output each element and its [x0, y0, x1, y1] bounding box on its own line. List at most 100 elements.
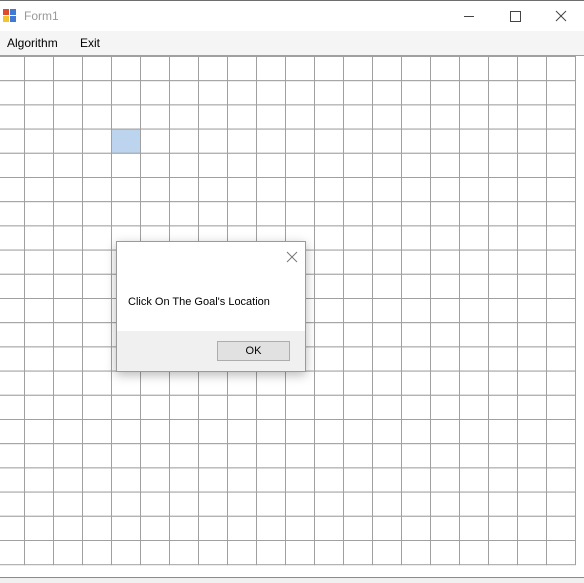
grid-cell[interactable]: [227, 104, 257, 130]
grid-cell[interactable]: [343, 515, 373, 541]
grid-cell[interactable]: [140, 128, 170, 154]
grid-cell[interactable]: [401, 443, 431, 469]
grid-cell[interactable]: [546, 177, 576, 203]
grid-cell[interactable]: [53, 104, 83, 130]
grid-cell[interactable]: [488, 322, 518, 348]
grid-cell[interactable]: [546, 491, 576, 517]
grid-cell[interactable]: [111, 80, 141, 106]
grid-cell[interactable]: [459, 80, 489, 106]
grid-cell[interactable]: [372, 128, 402, 154]
grid-cell[interactable]: [372, 370, 402, 396]
grid-cell[interactable]: [53, 515, 83, 541]
grid-cell[interactable]: [53, 394, 83, 420]
grid-cell[interactable]: [169, 104, 199, 130]
grid-cell[interactable]: [517, 467, 547, 493]
grid-cell[interactable]: [140, 419, 170, 445]
grid-cell[interactable]: [0, 80, 25, 106]
grid-cell[interactable]: [53, 443, 83, 469]
grid-cell[interactable]: [401, 322, 431, 348]
grid-cell[interactable]: [285, 177, 315, 203]
grid-cell[interactable]: [169, 56, 199, 82]
grid-cell[interactable]: [256, 177, 286, 203]
grid-cell[interactable]: [459, 56, 489, 82]
grid-cell[interactable]: [285, 128, 315, 154]
grid-cell[interactable]: [82, 225, 112, 251]
grid-cell[interactable]: [227, 467, 257, 493]
grid-cell[interactable]: [546, 298, 576, 324]
grid-cell[interactable]: [488, 201, 518, 227]
grid-cell[interactable]: [82, 298, 112, 324]
grid-cell[interactable]: [517, 80, 547, 106]
grid-cell[interactable]: [111, 370, 141, 396]
grid-cell[interactable]: [24, 80, 54, 106]
grid-cell[interactable]: [488, 515, 518, 541]
grid-cell[interactable]: [285, 80, 315, 106]
grid-cell[interactable]: [343, 394, 373, 420]
grid-cell[interactable]: [343, 249, 373, 275]
grid-cell[interactable]: [53, 370, 83, 396]
grid-cell[interactable]: [24, 249, 54, 275]
grid-cell[interactable]: [0, 346, 25, 372]
grid-cell[interactable]: [169, 443, 199, 469]
grid-cell[interactable]: [546, 201, 576, 227]
grid-cell[interactable]: [53, 177, 83, 203]
grid-cell[interactable]: [111, 443, 141, 469]
grid-cell[interactable]: [430, 322, 460, 348]
grid-cell[interactable]: [430, 515, 460, 541]
grid-cell[interactable]: [140, 152, 170, 179]
grid-cell[interactable]: [227, 56, 257, 82]
grid-cell[interactable]: [256, 56, 286, 82]
grid-cell[interactable]: [546, 443, 576, 469]
grid-cell[interactable]: [546, 394, 576, 420]
grid-cell[interactable]: [82, 394, 112, 420]
grid-cell[interactable]: [24, 152, 54, 179]
grid-cell[interactable]: [140, 540, 170, 566]
grid-cell[interactable]: [546, 128, 576, 154]
grid-cell[interactable]: [53, 128, 83, 154]
grid-cell[interactable]: [256, 540, 286, 566]
grid-cell[interactable]: [372, 540, 402, 566]
grid-cell[interactable]: [314, 152, 344, 179]
grid-cell[interactable]: [488, 346, 518, 372]
grid-cell[interactable]: [517, 540, 547, 566]
grid-cell[interactable]: [546, 80, 576, 106]
app-icon[interactable]: [3, 9, 17, 23]
grid-cell[interactable]: [401, 152, 431, 179]
grid-cell[interactable]: [0, 56, 25, 82]
grid-cell[interactable]: [82, 370, 112, 396]
grid-cell[interactable]: [53, 540, 83, 566]
grid-cell[interactable]: [198, 540, 228, 566]
grid-cell[interactable]: [343, 273, 373, 300]
grid-cell[interactable]: [140, 56, 170, 82]
grid-cell[interactable]: [401, 370, 431, 396]
grid-cell[interactable]: [111, 56, 141, 82]
grid-cell[interactable]: [198, 56, 228, 82]
grid-cell[interactable]: [430, 273, 460, 300]
grid-cell[interactable]: [198, 104, 228, 130]
grid-cell[interactable]: [372, 443, 402, 469]
close-button[interactable]: [538, 2, 584, 31]
grid-cell[interactable]: [82, 128, 112, 154]
grid-cell[interactable]: [314, 370, 344, 396]
grid-cell[interactable]: [24, 394, 54, 420]
grid-cell[interactable]: [372, 394, 402, 420]
grid-cell[interactable]: [517, 443, 547, 469]
grid-cell[interactable]: [140, 394, 170, 420]
grid-cell[interactable]: [227, 128, 257, 154]
grid-cell[interactable]: [24, 370, 54, 396]
grid-cell[interactable]: [459, 322, 489, 348]
grid-cell[interactable]: [169, 177, 199, 203]
grid-cell[interactable]: [488, 419, 518, 445]
grid-cell[interactable]: [82, 467, 112, 493]
grid-cell[interactable]: [256, 152, 286, 179]
grid-cell[interactable]: [488, 80, 518, 106]
grid-cell[interactable]: [198, 419, 228, 445]
grid-cell[interactable]: [343, 540, 373, 566]
grid-cell[interactable]: [401, 419, 431, 445]
grid-cell[interactable]: [82, 56, 112, 82]
grid-cell[interactable]: [140, 443, 170, 469]
grid-cell[interactable]: [430, 80, 460, 106]
grid-cell[interactable]: [430, 346, 460, 372]
grid-cell[interactable]: [546, 322, 576, 348]
grid-cell[interactable]: [53, 225, 83, 251]
